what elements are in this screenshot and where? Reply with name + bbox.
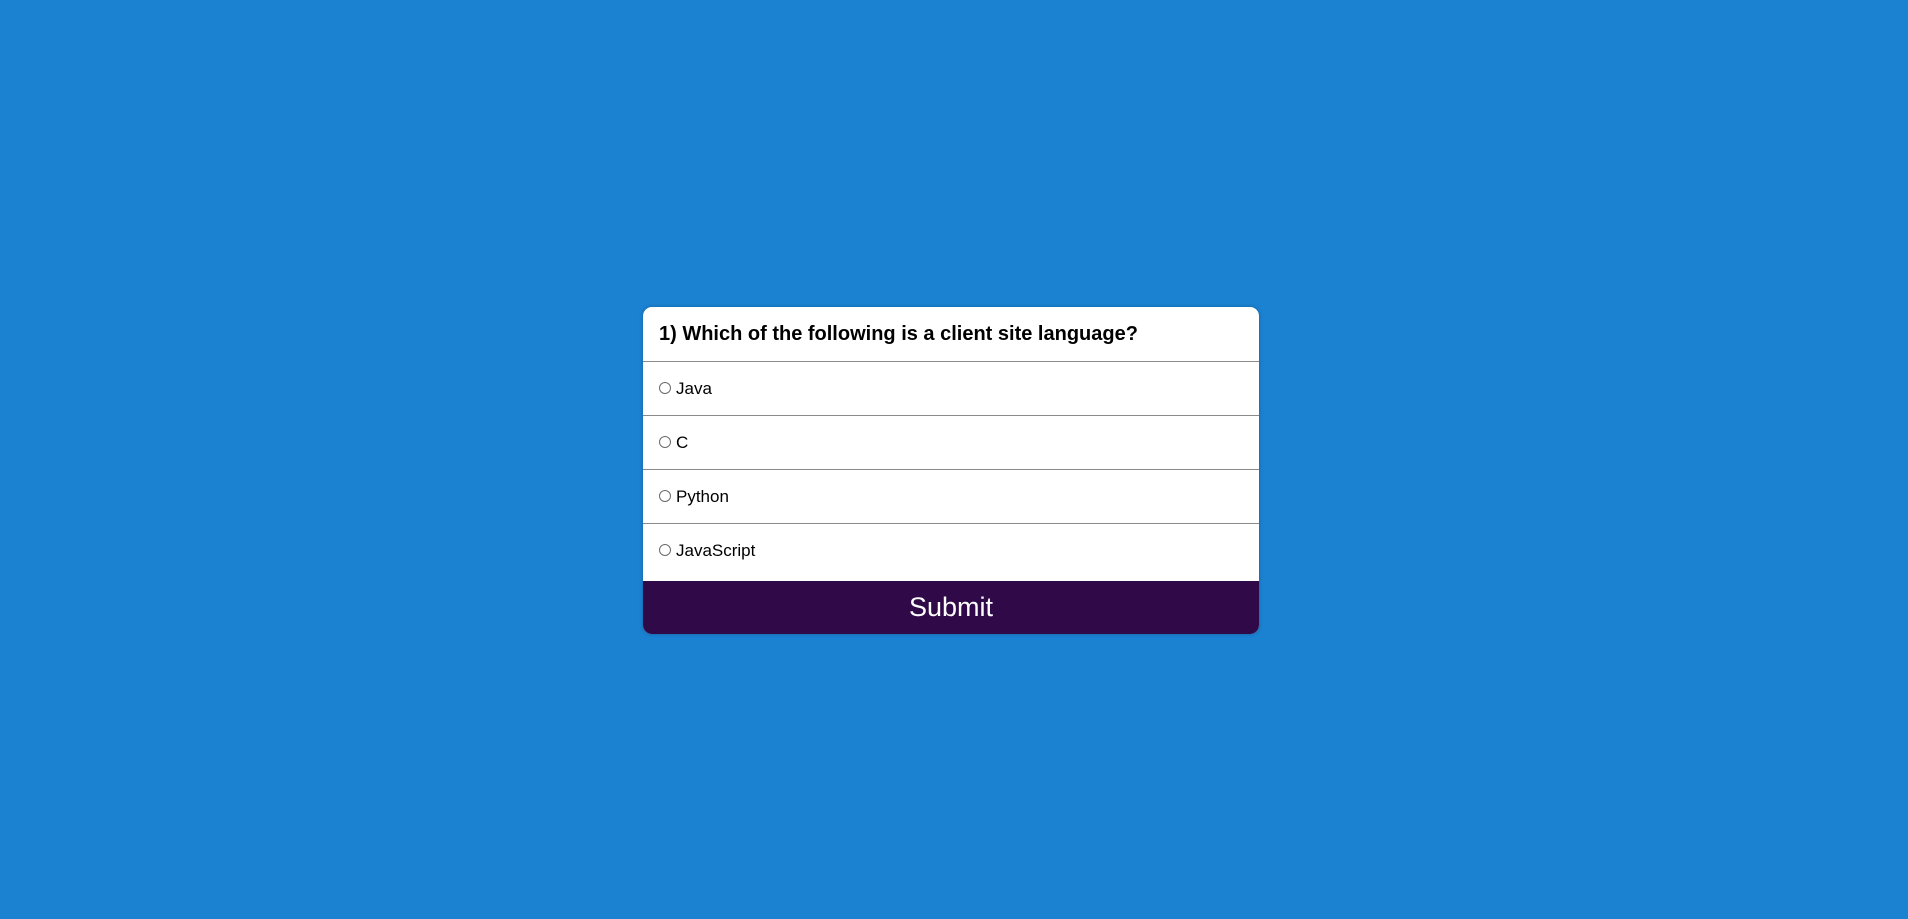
option-label: Python [676, 486, 729, 506]
quiz-card: 1) Which of the following is a client si… [643, 307, 1259, 634]
option-javascript[interactable]: JavaScript [643, 524, 1259, 578]
question-text: 1) Which of the following is a client si… [643, 307, 1259, 362]
page-background: { "colors": { "background": "#1b82d2", "… [0, 0, 1908, 919]
option-label: JavaScript [676, 541, 756, 560]
option-java[interactable]: Java [643, 362, 1259, 416]
option-c[interactable]: C [643, 416, 1259, 470]
option-python[interactable]: Python [643, 470, 1259, 524]
radio-button[interactable] [659, 544, 671, 556]
radio-button[interactable] [659, 489, 671, 502]
radio-button[interactable] [659, 435, 671, 448]
radio-button[interactable] [659, 381, 671, 394]
submit-button[interactable]: Submit [643, 581, 1259, 634]
option-label: C [676, 432, 689, 452]
option-label: Java [676, 378, 712, 398]
